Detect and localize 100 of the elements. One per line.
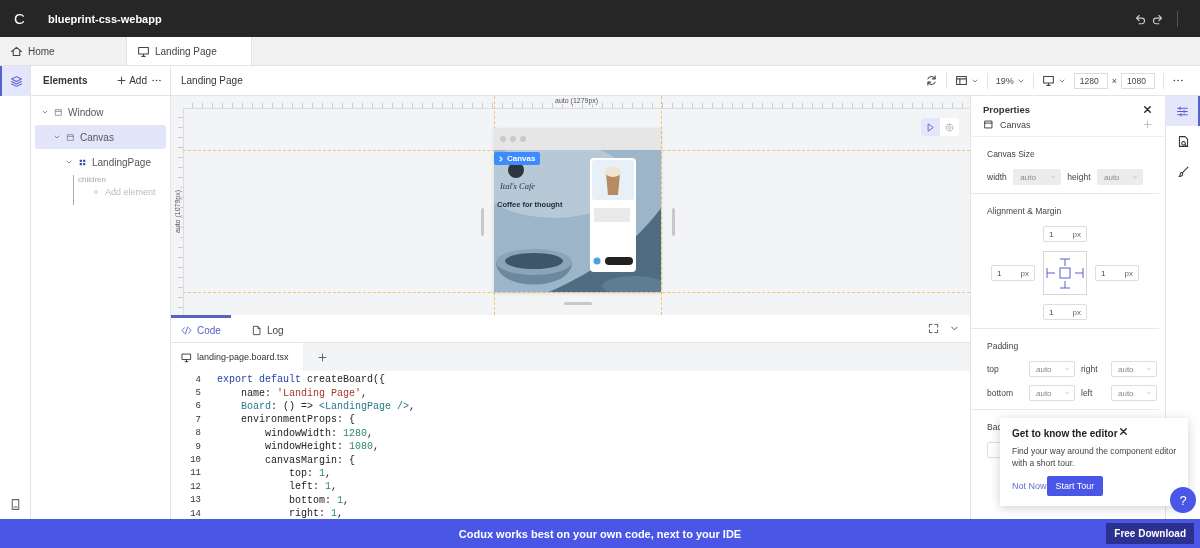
times-sign: × [1111, 75, 1117, 86]
code-line: right: 1, [288, 508, 344, 519]
chevron-icon [497, 154, 505, 163]
plus-icon [116, 75, 128, 86]
code-line: environmentProps: { [240, 414, 356, 426]
field-label: width [987, 172, 1008, 182]
close-icon[interactable] [1117, 426, 1129, 437]
sliders-button[interactable] [1166, 96, 1200, 126]
line-number: 11 [189, 468, 201, 479]
chevron-icon[interactable] [65, 158, 73, 166]
tree-item[interactable]: LandingPage [35, 150, 166, 174]
home-icon [10, 44, 23, 58]
field-label: top [987, 364, 1000, 374]
line-number: 9 [194, 441, 201, 452]
frame-icon [983, 119, 994, 130]
caret-icon [1050, 174, 1057, 180]
line-number: 7 [194, 414, 201, 425]
caret-icon [1146, 390, 1152, 396]
zoom-dropdown[interactable]: 19% [995, 75, 1025, 86]
line-number: 10 [189, 455, 201, 466]
select-field[interactable]: auto [1111, 361, 1157, 377]
sliders-icon [1175, 104, 1189, 118]
panel-title: Elements [43, 75, 88, 86]
code-line: export default createBoard({ [217, 374, 386, 386]
plus-icon [92, 188, 100, 196]
select-field[interactable]: auto [1029, 385, 1075, 401]
brush-icon [1176, 164, 1190, 178]
section-title: Padding [987, 341, 1019, 351]
field-label: bottom [987, 388, 1014, 398]
expand-icon[interactable] [928, 323, 939, 334]
slot-label: children [78, 175, 107, 184]
banner-text: Codux works best on your own code, next to your IDE [458, 527, 742, 540]
layout-dropdown[interactable] [954, 74, 979, 87]
monitor-icon [137, 44, 150, 58]
layout-icon [954, 74, 968, 87]
code-line: name: 'Landing Page', [240, 387, 368, 399]
resize-handle[interactable] [672, 208, 675, 236]
chevron-icon[interactable] [41, 108, 49, 116]
popup-text: Find your way around the component editor with a short tour. [1012, 445, 1176, 470]
chevron-icon[interactable] [53, 133, 61, 141]
width-field[interactable]: 1280 [1073, 72, 1108, 89]
brand-name: Ital's Cafe [500, 181, 536, 191]
select-field[interactable]: auto [1111, 385, 1157, 401]
layers-button[interactable] [0, 66, 30, 96]
editor-tab[interactable]: Landing Page [126, 37, 252, 65]
dismiss-link[interactable]: Not Now [1012, 480, 1047, 491]
project-name: blueprint-css-webapp [48, 12, 162, 25]
code-line: windowHeight: 1080, [264, 441, 380, 453]
start-tour-button[interactable]: Start Tour [1046, 475, 1104, 496]
margin-diagram [1043, 251, 1087, 295]
device-dropdown[interactable] [1041, 74, 1066, 87]
caret-icon [1132, 174, 1138, 180]
add-file-icon[interactable] [316, 351, 328, 363]
frame-icon [54, 107, 63, 117]
code-line: bottom: 1, [288, 494, 350, 506]
line-number: 14 [189, 508, 201, 519]
height-field[interactable]: 1080 [1121, 72, 1155, 89]
field-label: right [1081, 364, 1099, 374]
app-logo[interactable]: C [10, 10, 32, 27]
section-title: Alignment & Margin [987, 206, 1062, 216]
line-number: 13 [189, 495, 201, 506]
help-button[interactable]: ? [1170, 487, 1196, 513]
monitor-icon [181, 351, 192, 363]
document-icon [250, 324, 262, 336]
selected-element: Canvas [1000, 119, 1031, 130]
margin-field[interactable]: 1 px [1043, 226, 1087, 242]
field-label: height [1067, 172, 1091, 182]
code-line: canvasMargin: { [264, 454, 356, 466]
resize-handle[interactable] [564, 302, 592, 305]
play-mode-button[interactable] [921, 118, 940, 136]
tree-item[interactable]: Canvas [35, 125, 166, 149]
close-icon[interactable] [1142, 104, 1153, 115]
caret-icon [1064, 390, 1070, 396]
caret-icon [1064, 366, 1070, 372]
line-number: 5 [194, 388, 201, 399]
field-label: left [1081, 388, 1094, 398]
resize-handle[interactable] [481, 208, 484, 236]
popup-title: Get to know the editor [1012, 428, 1118, 439]
editor-tab[interactable]: Home [0, 37, 126, 65]
margin-field[interactable]: 1 px [991, 265, 1035, 281]
file-tab[interactable]: landing-page.board.tsx [171, 343, 303, 371]
board-title: Landing Page [181, 75, 243, 86]
line-number: 4 [194, 374, 201, 385]
layers-icon [9, 74, 23, 88]
tree-item[interactable]: Window [35, 100, 166, 124]
margin-field[interactable]: 1 px [1095, 265, 1139, 281]
play-icon [925, 121, 936, 133]
code-line: top: 1, [288, 467, 332, 479]
section-title: Canvas Size [987, 149, 1035, 159]
monitor-icon [1041, 74, 1055, 87]
refresh-icon[interactable] [924, 74, 938, 87]
grid-icon [78, 157, 87, 167]
panel-tab[interactable]: Log [240, 314, 294, 343]
line-number: 8 [194, 428, 201, 439]
line-number: 12 [189, 481, 201, 492]
add-button[interactable]: Add [116, 75, 147, 86]
select-field[interactable]: auto [1029, 361, 1075, 377]
code-icon [181, 324, 192, 336]
download-button[interactable]: Free Download [1106, 523, 1194, 544]
margin-field[interactable]: 1 px [1043, 304, 1087, 320]
